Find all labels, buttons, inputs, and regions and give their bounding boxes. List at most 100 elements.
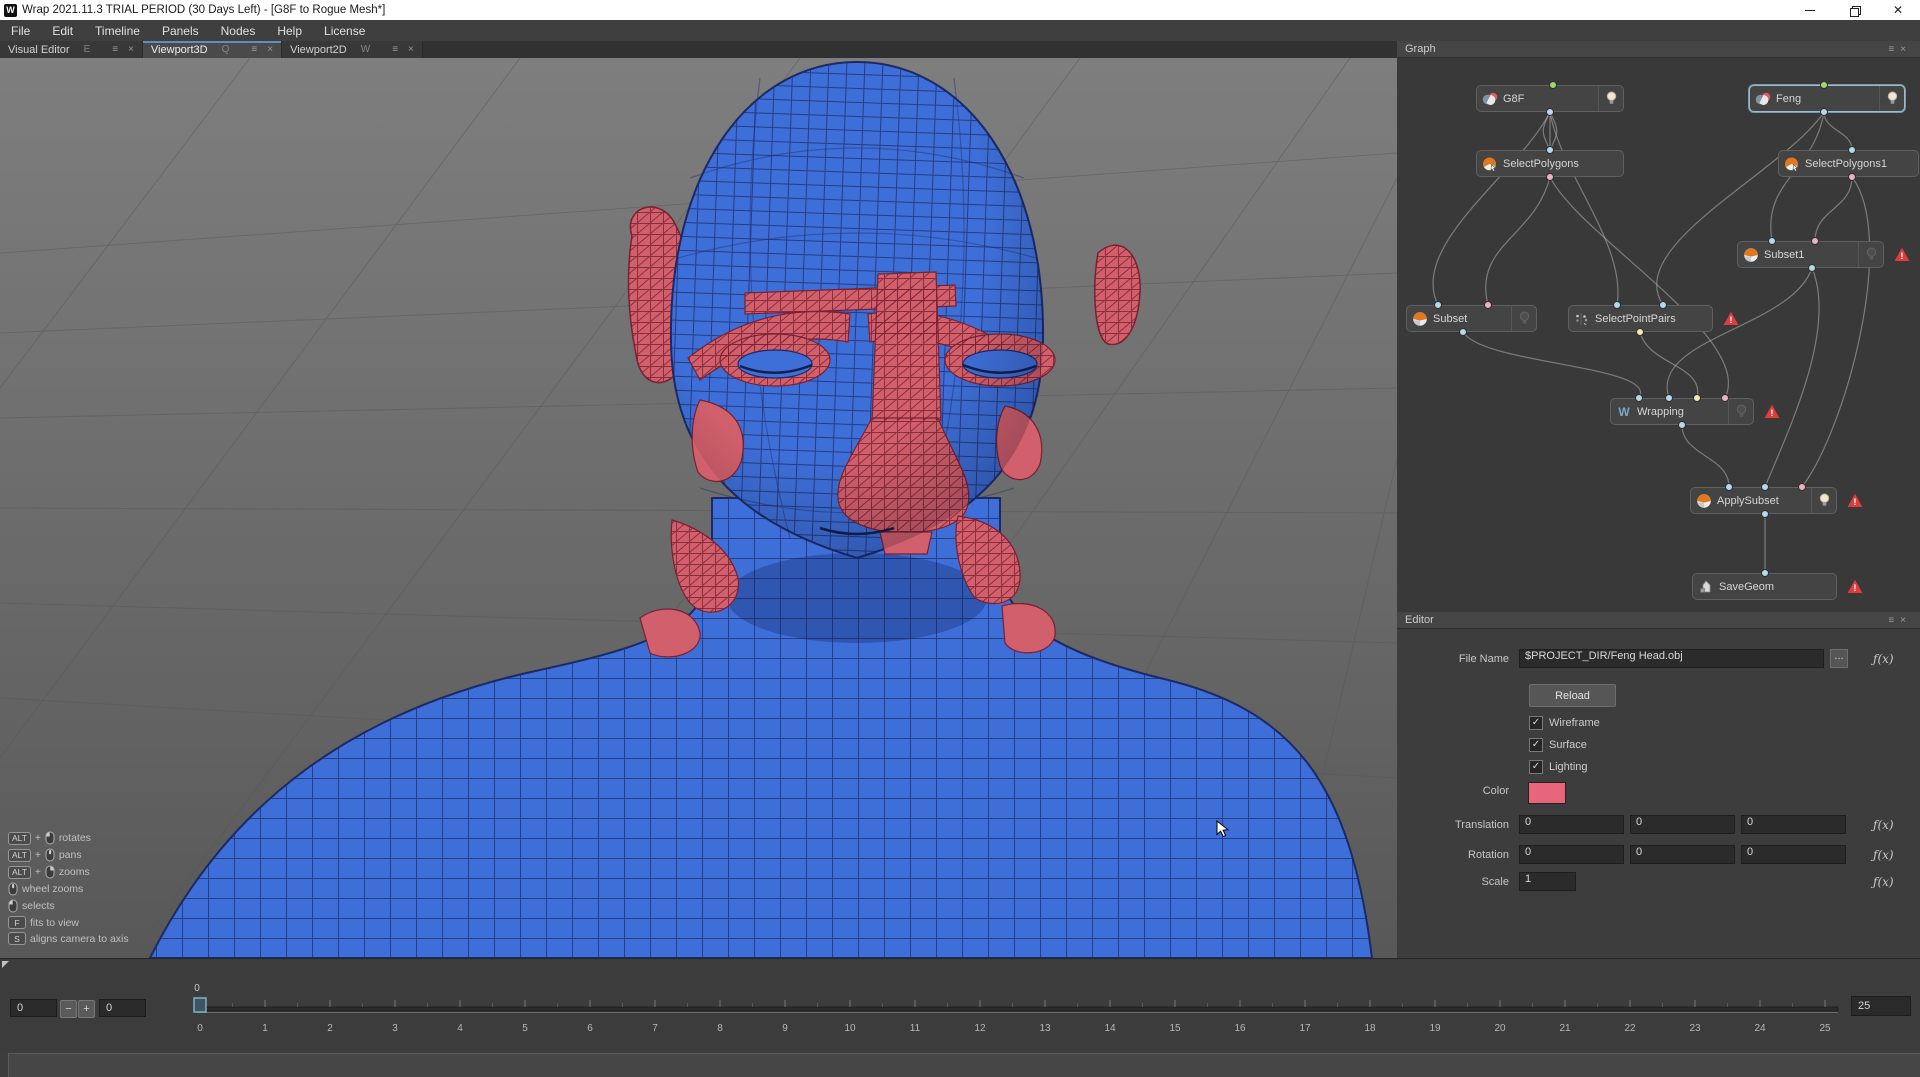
- rotation-field-1[interactable]: 0: [1630, 845, 1735, 864]
- menu-item-file[interactable]: File: [0, 20, 41, 41]
- rotation-field-2[interactable]: 0: [1741, 845, 1846, 864]
- tab-viewport2d[interactable]: Viewport2DW≡×: [282, 41, 423, 58]
- tab-close-icon[interactable]: ×: [408, 44, 414, 55]
- node-port-bottom[interactable]: [1459, 328, 1467, 336]
- node-port-top[interactable]: [1659, 301, 1667, 309]
- geometry-icon: [1482, 91, 1498, 107]
- subset-icon: [1412, 311, 1428, 327]
- hint-label: wheel zooms: [22, 883, 83, 895]
- browse-button[interactable]: ...: [1830, 649, 1848, 668]
- node-port-top[interactable]: [1546, 146, 1554, 154]
- color-swatch[interactable]: [1528, 782, 1566, 804]
- checkbox-row-surface[interactable]: ✓ Surface: [1529, 738, 1587, 752]
- node-port-top[interactable]: [1811, 237, 1819, 245]
- menu-item-timeline[interactable]: Timeline: [84, 20, 151, 41]
- tab-close-icon[interactable]: ×: [128, 44, 134, 55]
- tab-close-icon[interactable]: ×: [267, 44, 273, 55]
- transform-row-translation: Translation000ƒ(x): [1397, 815, 1920, 834]
- menu-item-license[interactable]: License: [313, 20, 376, 41]
- node-bulb-button[interactable]: [1879, 86, 1904, 111]
- graph-close-icon[interactable]: ×: [1900, 44, 1912, 55]
- svg-text:9: 9: [782, 1023, 788, 1034]
- translation-field-0[interactable]: 0: [1519, 815, 1624, 834]
- node-port-bottom[interactable]: [1546, 108, 1554, 116]
- node-port-top[interactable]: [1665, 394, 1673, 402]
- node-port-top[interactable]: [1434, 301, 1442, 309]
- node-port-top[interactable]: [1768, 237, 1776, 245]
- transform-fx-button[interactable]: ƒ(x): [1873, 818, 1894, 832]
- node-port-bottom[interactable]: [1546, 173, 1554, 181]
- transform-fx-button[interactable]: ƒ(x): [1873, 848, 1894, 862]
- tab-menu-icon[interactable]: ≡: [251, 44, 257, 55]
- checkbox-lighting[interactable]: ✓: [1529, 760, 1543, 774]
- tab-menu-icon[interactable]: ≡: [392, 44, 398, 55]
- editor-close-icon[interactable]: ×: [1900, 615, 1912, 626]
- node-port-bottom[interactable]: [1808, 264, 1816, 272]
- restore-button[interactable]: [1832, 0, 1876, 20]
- timeline-ruler[interactable]: 0123456789101112131415161718192021222324…: [0, 959, 1845, 1051]
- menu-item-help[interactable]: Help: [266, 20, 313, 41]
- node-port-top[interactable]: [1693, 394, 1701, 402]
- node-port-top[interactable]: [1549, 81, 1557, 89]
- menu-item-edit[interactable]: Edit: [41, 20, 84, 41]
- checkbox-surface[interactable]: ✓: [1529, 738, 1543, 752]
- node-port-top[interactable]: [1484, 301, 1492, 309]
- checkbox-wireframe[interactable]: ✓: [1529, 716, 1543, 730]
- hint-row: Saligns camera to axis: [8, 932, 129, 945]
- translation-field-2[interactable]: 0: [1741, 815, 1846, 834]
- node-port-top[interactable]: [1725, 483, 1733, 491]
- svg-text:8: 8: [717, 1023, 723, 1034]
- viewport-3d[interactable]: ALT+rotatesALT+pansALT+zoomswheel zoomss…: [0, 58, 1398, 958]
- editor-menu-icon[interactable]: ≡: [1888, 615, 1900, 626]
- close-button[interactable]: ✕: [1876, 0, 1920, 20]
- node-port-top[interactable]: [1820, 81, 1828, 89]
- node-port-bottom[interactable]: [1761, 510, 1769, 518]
- menu-item-nodes[interactable]: Nodes: [210, 20, 267, 41]
- tab-menu-icon[interactable]: ≡: [112, 44, 118, 55]
- node-graph-canvas[interactable]: G8F Feng SelectPolygons SelectPolygons1 …: [1397, 58, 1920, 612]
- rotation-field-0[interactable]: 0: [1519, 845, 1624, 864]
- node-bulb-button[interactable]: [1858, 242, 1883, 267]
- svg-text:2: 2: [327, 1023, 333, 1034]
- node-bulb-button[interactable]: [1728, 399, 1753, 424]
- node-port-bottom[interactable]: [1636, 328, 1644, 336]
- node-port-top[interactable]: [1721, 394, 1729, 402]
- mouse-l-icon: [45, 831, 55, 845]
- file-name-input[interactable]: $PROJECT_DIR/Feng Head.obj: [1519, 649, 1824, 668]
- menu-item-panels[interactable]: Panels: [151, 20, 210, 41]
- scale-field-0[interactable]: 1: [1519, 872, 1576, 891]
- node-port-top[interactable]: [1761, 483, 1769, 491]
- tab-viewport3d[interactable]: Viewport3DQ≡×: [143, 41, 282, 58]
- minimize-button[interactable]: [1788, 0, 1832, 20]
- node-bulb-button[interactable]: [1598, 86, 1623, 111]
- transform-fx-button[interactable]: ƒ(x): [1873, 875, 1894, 889]
- reload-button[interactable]: Reload: [1529, 684, 1616, 707]
- node-bulb-button[interactable]: [1511, 306, 1536, 331]
- node-bulb-button[interactable]: [1811, 488, 1836, 513]
- tab-visual-editor[interactable]: Visual EditorE≡×: [0, 41, 143, 58]
- figure-mesh: [150, 62, 1372, 958]
- svg-text:4: 4: [457, 1023, 463, 1034]
- node-port-bottom[interactable]: [1678, 421, 1686, 429]
- hint-row: ALT+rotates: [8, 831, 129, 845]
- checkbox-row-wireframe[interactable]: ✓ Wireframe: [1529, 716, 1600, 730]
- transform-row-scale: Scale1ƒ(x): [1397, 872, 1920, 891]
- key-badge: F: [8, 916, 26, 929]
- graph-node-subset[interactable]: Subset: [1406, 305, 1537, 332]
- range-end-field[interactable]: 25: [1851, 996, 1911, 1016]
- graph-node-savegeom[interactable]: SaveGeom: [1692, 573, 1837, 600]
- node-port-top[interactable]: [1613, 301, 1621, 309]
- menu-bar: FileEditTimelinePanelsNodesHelpLicense: [0, 20, 1920, 42]
- node-port-top[interactable]: [1848, 146, 1856, 154]
- node-port-top[interactable]: [1635, 394, 1643, 402]
- graph-node-feng[interactable]: Feng: [1749, 85, 1905, 112]
- file-fx-button[interactable]: ƒ(x): [1873, 652, 1894, 666]
- node-port-bottom[interactable]: [1848, 173, 1856, 181]
- checkbox-row-lighting[interactable]: ✓ Lighting: [1529, 760, 1588, 774]
- node-port-top[interactable]: [1798, 483, 1806, 491]
- node-port-top[interactable]: [1761, 569, 1769, 577]
- translation-field-1[interactable]: 0: [1630, 815, 1735, 834]
- graph-menu-icon[interactable]: ≡: [1888, 44, 1900, 55]
- node-port-bottom[interactable]: [1820, 108, 1828, 116]
- warning-icon: !: [1764, 404, 1780, 419]
